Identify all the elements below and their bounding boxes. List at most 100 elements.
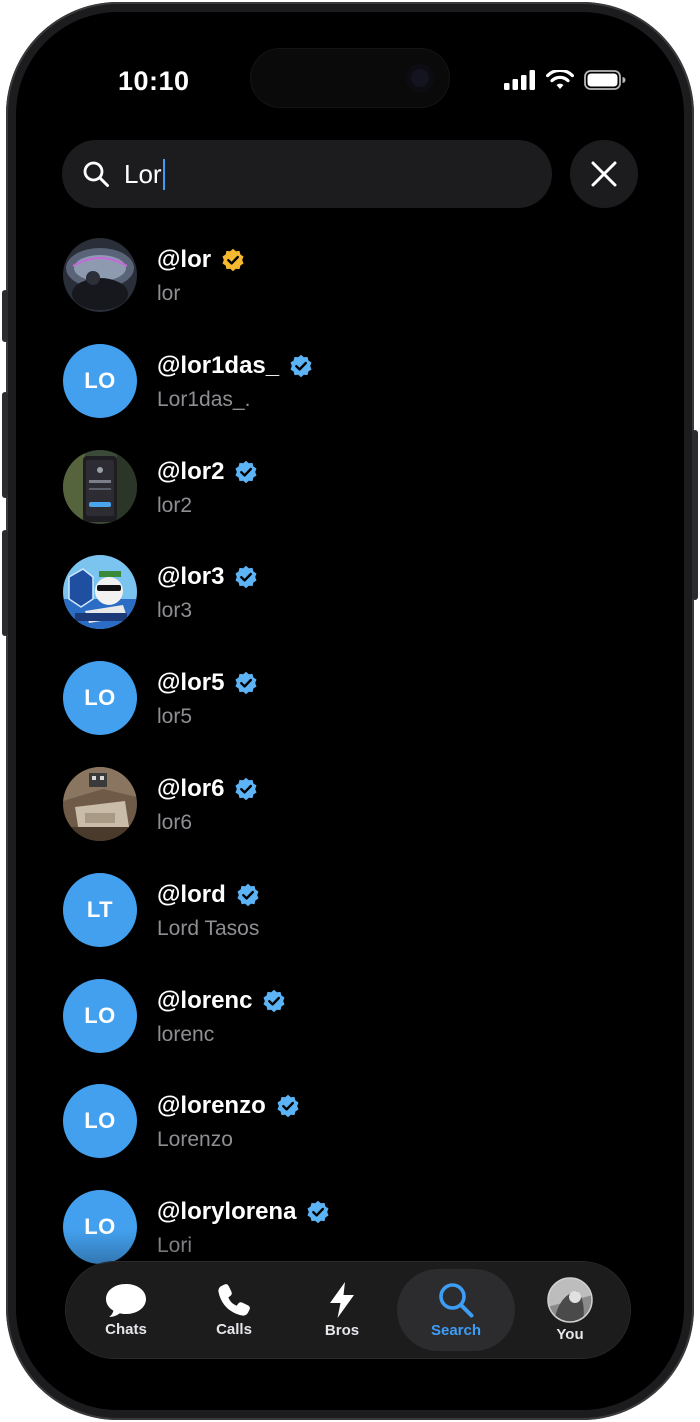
username-handle: @lor2 xyxy=(157,457,225,485)
list-item[interactable]: LO @lorenc lorenc xyxy=(16,977,684,1083)
battery-icon xyxy=(584,70,626,90)
handle-row: @lor3 xyxy=(157,563,258,591)
verified-icon xyxy=(277,1095,299,1118)
verified-icon xyxy=(307,1200,329,1224)
magnifier-icon xyxy=(439,1283,474,1318)
status-bar: 10:10 xyxy=(16,12,684,152)
username-handle: @lorylorena xyxy=(157,1198,297,1226)
list-item[interactable]: LT @lord Lord Tasos xyxy=(16,871,684,977)
photo-avatar xyxy=(63,238,137,312)
search-results-list: @lor lor LO @lor1das_ Lor1das_. @lor2 lo… xyxy=(16,236,684,1294)
display-name: lorenc xyxy=(157,1022,215,1046)
tab-calls[interactable]: Calls xyxy=(181,1269,287,1351)
magnifier-icon xyxy=(83,161,109,187)
cartoon-avatar xyxy=(63,555,137,630)
photo-avatar xyxy=(63,449,137,524)
verified-icon xyxy=(235,671,257,695)
avatar-initials: LT xyxy=(86,896,114,922)
verified-icon xyxy=(237,883,259,906)
list-item[interactable]: @lor2 lor2 xyxy=(16,448,684,554)
avatar xyxy=(63,238,137,312)
avatar xyxy=(63,555,137,630)
camera-icon xyxy=(406,64,434,92)
handle-row: @lor1das_ xyxy=(157,352,313,380)
tab-label: You xyxy=(556,1326,584,1343)
verified-icon xyxy=(235,460,257,483)
volume-up-button xyxy=(2,392,8,498)
handle-row: @lorenc xyxy=(157,987,286,1015)
avatar: LT xyxy=(63,872,137,947)
avatar: LO xyxy=(63,978,137,1053)
tab-label: Chats xyxy=(105,1321,147,1338)
gold-verified-icon xyxy=(222,248,244,272)
list-item[interactable]: LO @lor1das_ Lor1das_. xyxy=(16,342,684,448)
username-handle: @lor5 xyxy=(157,669,225,697)
tab-label: Search xyxy=(430,1322,482,1339)
photo-avatar xyxy=(63,766,137,841)
list-item[interactable]: @lor lor xyxy=(16,236,684,342)
tab-bar: Chats Calls Bros Search You xyxy=(66,1262,630,1358)
list-item[interactable]: LO @lorenzo Lorenzo xyxy=(16,1082,684,1188)
volume-down-button xyxy=(2,530,8,636)
tab-label: Bros xyxy=(324,1322,360,1339)
search-query: Lor xyxy=(124,158,162,189)
avatar: LO xyxy=(63,1084,137,1159)
avatar xyxy=(63,766,137,841)
handle-row: @lord xyxy=(157,881,260,909)
display-name: lor6 xyxy=(157,810,193,834)
avatar xyxy=(63,449,137,524)
username-handle: @lord xyxy=(157,880,226,908)
avatar-initials: LO xyxy=(84,367,116,393)
display-name: lor3 xyxy=(157,599,193,623)
text-caret xyxy=(162,158,166,190)
close-search-button[interactable] xyxy=(570,140,638,208)
verified-icon xyxy=(263,989,285,1012)
side-button xyxy=(2,290,8,342)
search-bar[interactable]: Lor xyxy=(62,140,552,208)
phone-icon xyxy=(218,1284,250,1316)
avatar-initials: LO xyxy=(84,685,116,711)
handle-row: @lor6 xyxy=(157,775,258,803)
power-button xyxy=(692,430,698,600)
display-name: lor5 xyxy=(157,705,193,729)
username-handle: @lor6 xyxy=(157,774,225,802)
handle-row: @lor xyxy=(157,246,245,274)
avatar: LO xyxy=(63,661,137,736)
username-handle: @lor xyxy=(157,246,212,273)
list-item[interactable]: @lor3 lor3 xyxy=(16,553,684,659)
profile-avatar xyxy=(547,1277,593,1323)
username-handle: @lor1das_ xyxy=(157,351,280,379)
display-name: lor xyxy=(157,282,181,305)
wifi-icon xyxy=(546,70,574,89)
display-name: Lorenzo xyxy=(157,1128,233,1152)
tab-label: Calls xyxy=(216,1321,252,1338)
status-time: 10:10 xyxy=(118,66,190,96)
display-name: Lord Tasos xyxy=(157,916,260,940)
username-handle: @lorenzo xyxy=(157,1092,266,1120)
verified-icon xyxy=(235,566,257,589)
lightning-icon xyxy=(330,1282,354,1318)
handle-row: @lor2 xyxy=(157,458,258,486)
display-name: lor2 xyxy=(157,493,193,517)
username-handle: @lorenc xyxy=(157,986,253,1014)
search-input[interactable]: Lor xyxy=(124,158,166,190)
verified-icon xyxy=(235,777,257,801)
dynamic-island xyxy=(250,48,450,108)
handle-row: @lor5 xyxy=(157,669,258,697)
avatar-initials: LO xyxy=(84,1214,116,1240)
tab-bros[interactable]: Bros xyxy=(289,1269,395,1351)
app-screen: 10:10 Lor @lor lor LO @lor1das_ Lor1das_… xyxy=(16,12,684,1410)
cellular-signal-icon xyxy=(504,70,535,90)
avatar-initials: LO xyxy=(84,1002,116,1028)
handle-row: @lorenzo xyxy=(157,1092,300,1120)
display-name: Lori xyxy=(157,1234,193,1258)
list-item[interactable]: @lor6 lor6 xyxy=(16,765,684,871)
status-icons xyxy=(504,70,626,90)
chat-bubble-icon xyxy=(106,1284,146,1317)
tab-search[interactable]: Search xyxy=(397,1269,515,1351)
list-item[interactable]: LO @lor5 lor5 xyxy=(16,659,684,765)
tab-you[interactable]: You xyxy=(517,1269,623,1351)
verified-icon xyxy=(290,354,312,377)
tab-chats[interactable]: Chats xyxy=(73,1269,179,1351)
avatar: LO xyxy=(63,1190,137,1265)
